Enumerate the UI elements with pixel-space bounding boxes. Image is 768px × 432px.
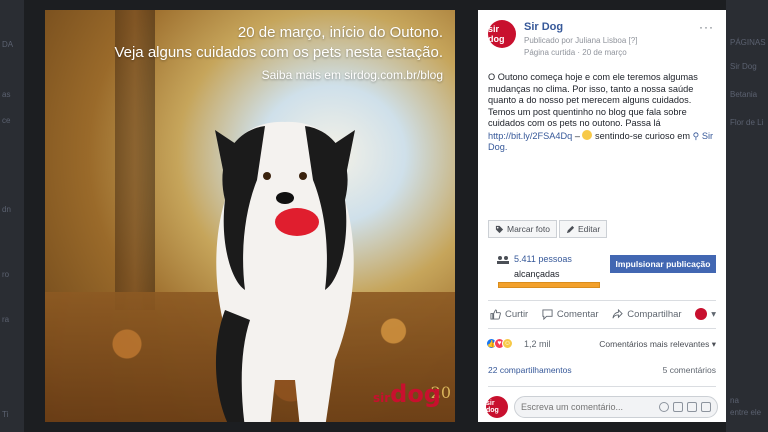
bg-fragment: Flor de Li (730, 118, 764, 127)
divider (488, 386, 716, 387)
tag-photo-button[interactable]: Marcar foto (488, 220, 557, 238)
dog-illustration (215, 121, 355, 422)
post-text-main: O Outono começa hoje e com ele teremos a… (488, 72, 698, 128)
reach-progress-bar (498, 282, 601, 288)
photo-blog-link-text: Saiba mais em sirdog.com.br/blog (261, 68, 443, 82)
photo-headline-care: Veja alguns cuidados com os pets nesta e… (114, 44, 443, 61)
divider (488, 300, 716, 301)
like-button[interactable]: Curtir (490, 309, 528, 320)
comment-input[interactable] (521, 402, 659, 412)
sirdog-logo: sirdog (372, 380, 441, 408)
bg-fragment: entre ele (730, 408, 762, 417)
background-right-strip: PÁGINAS Sir Dog Betania Flor de Li na en… (726, 0, 768, 432)
post-date-link[interactable]: 20 de março (582, 48, 626, 57)
haha-reaction-icon: ☺ (502, 338, 513, 349)
bg-fragment: na (730, 396, 739, 405)
photo-headline-date: 20 de março, início do Outono. (237, 24, 443, 41)
comments-count[interactable]: 5 comentários (663, 365, 716, 375)
sticker-icon[interactable] (701, 402, 711, 412)
post-text: O Outono começa hoje e com ele teremos a… (488, 72, 714, 152)
emoji-icon[interactable] (659, 402, 669, 412)
camera-icon[interactable] (673, 402, 683, 412)
bg-fragment: Sir Dog (730, 62, 757, 71)
background-left-strip: DA as ce dn ro ra Ti (0, 0, 24, 432)
liked-page-label: Página curtida (524, 48, 576, 57)
curious-emoji-icon (582, 129, 593, 140)
bg-fragment: dn (2, 205, 11, 214)
comment-composer[interactable] (514, 396, 718, 418)
commenter-avatar: sir dog (486, 396, 508, 418)
bg-fragment: DA (2, 40, 14, 49)
bg-fragment: ce (2, 116, 11, 125)
chevron-down-icon: ▾ (711, 308, 716, 320)
published-by: Publicado por Juliana Lisboa [?] (524, 36, 638, 45)
speech-bubble-icon (542, 308, 553, 320)
post-as-selector[interactable]: ▾ (695, 308, 716, 320)
post-panel: sir dog Sir Dog Publicado por Juliana Li… (478, 10, 726, 422)
page-name-link[interactable]: Sir Dog (524, 21, 563, 33)
pencil-icon (566, 225, 575, 233)
people-icon (497, 256, 509, 264)
page-mini-avatar (695, 308, 708, 320)
bg-fragment: PÁGINAS (730, 38, 766, 47)
edit-button[interactable]: Editar (559, 220, 608, 238)
share-arrow-icon (612, 308, 623, 318)
reaction-icons[interactable]: 👍 ♥ ☺ (486, 338, 513, 349)
share-button[interactable]: Compartilhar (612, 308, 682, 320)
location-pin-icon: ⚲ (692, 130, 700, 141)
post-meta: Página curtida · 20 de março (524, 48, 627, 57)
page-avatar[interactable]: sir dog (488, 20, 516, 48)
bg-fragment: Betania (730, 90, 758, 99)
photo-tools: Marcar foto Editar (488, 220, 608, 238)
post-actions: Curtir Comentar Compartilhar ▾ (490, 308, 716, 320)
reach-count-link[interactable]: 5.411 pessoas (514, 254, 572, 264)
bg-fragment: ra (2, 315, 10, 324)
comment-sort-dropdown[interactable]: Comentários mais relevantes ▾ (599, 339, 716, 350)
reactions-count[interactable]: 1,2 mil (524, 339, 551, 349)
thumbs-up-icon (490, 308, 501, 320)
boost-post-button[interactable]: Impulsionar publicação (610, 255, 716, 273)
tag-icon (495, 225, 504, 233)
feeling-text: sentindo-se curioso em (592, 130, 691, 141)
composer-tools (659, 402, 711, 412)
shares-count-link[interactable]: 22 compartilhamentos (488, 365, 572, 375)
reach-label: alcançadas (514, 269, 560, 279)
bg-fragment: Ti (2, 410, 9, 419)
gif-icon[interactable] (687, 402, 697, 412)
post-photo[interactable]: 20 de março, início do Outono. Veja algu… (45, 10, 455, 422)
more-options-icon[interactable]: ··· (699, 20, 714, 34)
comment-button[interactable]: Comentar (542, 309, 599, 320)
bg-fragment: as (2, 90, 11, 99)
bg-fragment: ro (2, 270, 10, 279)
blog-short-link[interactable]: http://bit.ly/2FSA4Dq (488, 131, 572, 141)
divider (488, 328, 716, 329)
